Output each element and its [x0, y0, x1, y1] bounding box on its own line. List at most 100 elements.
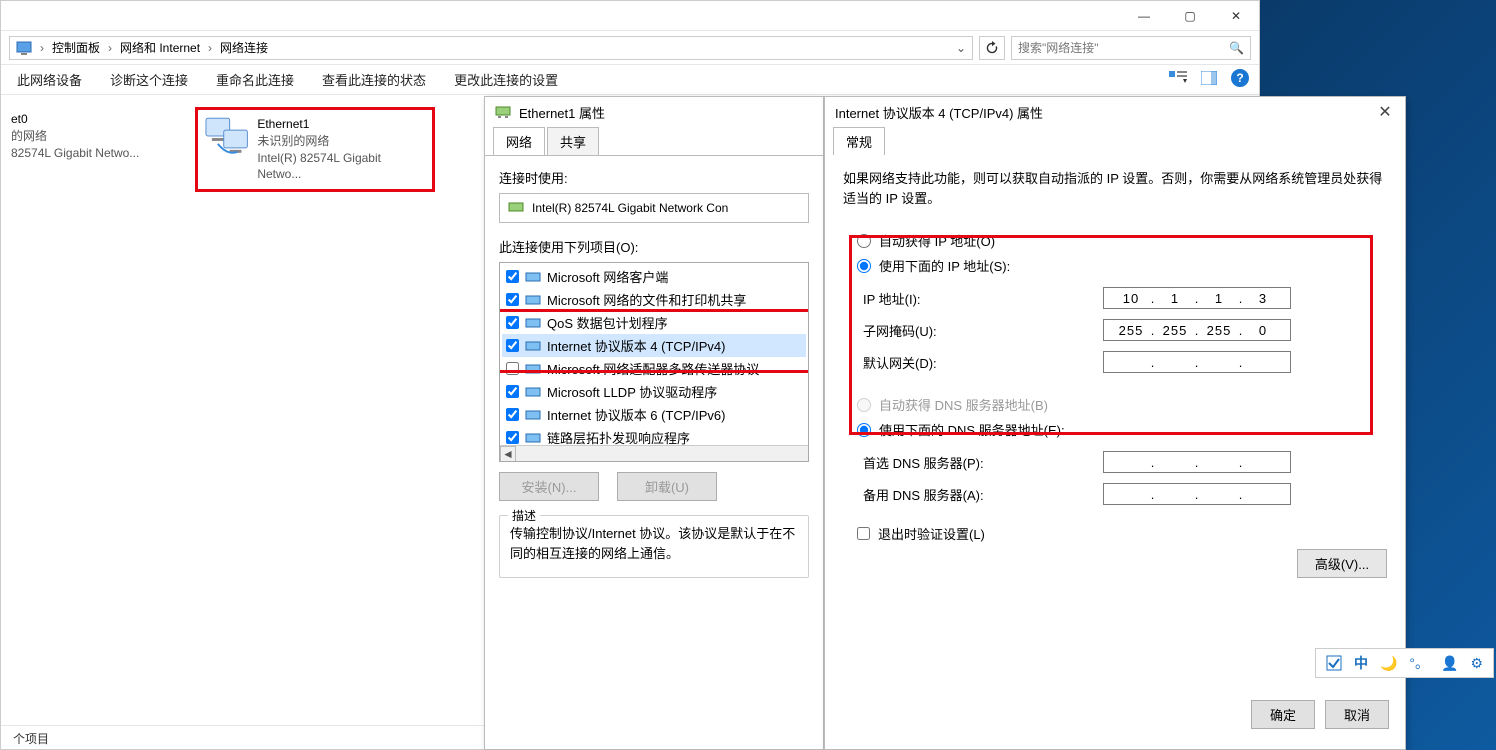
radio-auto-dns-input: [857, 398, 871, 412]
ime-moon-icon[interactable]: 🌙: [1380, 655, 1397, 672]
explorer-titlebar: — ▢ ✕: [1, 1, 1259, 31]
maximize-button[interactable]: ▢: [1167, 1, 1213, 31]
ok-button[interactable]: 确定: [1251, 700, 1315, 729]
adapter-status: 未识别的网络: [257, 133, 426, 150]
advanced-button[interactable]: 高级(V)...: [1297, 549, 1387, 578]
radio-manual-dns[interactable]: 使用下面的 DNS 服务器地址(E):: [857, 417, 1387, 442]
adapter-display-box: Intel(R) 82574L Gigabit Network Con: [499, 193, 809, 223]
tab-network[interactable]: 网络: [493, 127, 545, 155]
nic-small-icon: [508, 200, 524, 216]
component-item[interactable]: Internet 协议版本 6 (TCP/IPv6): [502, 403, 806, 426]
breadcrumb-bar[interactable]: › 控制面板 › 网络和 Internet › 网络连接 ⌄: [9, 36, 973, 60]
scroll-left-icon[interactable]: ◄: [500, 446, 516, 462]
component-label: Internet 协议版本 6 (TCP/IPv6): [547, 405, 725, 424]
radio-manual-ip-input[interactable]: [857, 259, 871, 273]
ime-settings-icon[interactable]: ⚙: [1470, 655, 1483, 672]
view-layout-icon[interactable]: [1169, 71, 1187, 85]
protocol-icon: [525, 361, 541, 377]
component-item[interactable]: Microsoft 网络客户端: [502, 265, 806, 288]
dialog-okcancel: 确定 取消: [1251, 700, 1389, 729]
adapter-device: Intel(R) 82574L Gigabit Netwo...: [257, 150, 426, 184]
radio-auto-ip[interactable]: 自动获得 IP 地址(O): [857, 228, 1387, 253]
breadcrumb-seg2[interactable]: 网络和 Internet: [120, 39, 200, 56]
control-panel-icon: [16, 40, 32, 56]
dialog-title: Ethernet1 属性: [519, 103, 605, 122]
ime-punct-icon[interactable]: °。: [1409, 653, 1429, 673]
component-checkbox[interactable]: [506, 293, 519, 306]
close-icon[interactable]: ✕: [1375, 102, 1395, 122]
dns2-input[interactable]: ...: [1103, 483, 1291, 505]
search-icon: 🔍: [1229, 41, 1244, 55]
breadcrumb-seg3[interactable]: 网络连接: [220, 39, 268, 56]
component-buttons: 安装(N)... 卸载(U): [499, 472, 809, 501]
toolbar-view-status[interactable]: 查看此连接的状态: [322, 70, 426, 89]
ime-check-icon[interactable]: [1326, 655, 1342, 671]
ipv4-titlebar[interactable]: Internet 协议版本 4 (TCP/IPv4) 属性 ✕: [825, 97, 1405, 127]
toolbar-organize[interactable]: 此网络设备: [17, 70, 82, 89]
component-item[interactable]: Microsoft LLDP 协议驱动程序: [502, 380, 806, 403]
component-checkbox[interactable]: [506, 316, 519, 329]
component-checkbox[interactable]: [506, 385, 519, 398]
install-button[interactable]: 安装(N)...: [499, 472, 599, 501]
refresh-button[interactable]: [979, 36, 1005, 60]
ipv4-title-text: Internet 协议版本 4 (TCP/IPv4) 属性: [835, 103, 1043, 122]
status-text: 个项目: [13, 732, 49, 746]
dns-fields-group: 首选 DNS 服务器(P): ... 备用 DNS 服务器(A): ...: [843, 446, 1387, 510]
gateway-input[interactable]: . . .: [1103, 351, 1291, 373]
tab-sharing[interactable]: 共享: [547, 127, 599, 155]
dialog-tabs: 网络 共享: [485, 127, 823, 155]
ime-lang-indicator[interactable]: 中: [1354, 653, 1368, 673]
components-listbox[interactable]: Microsoft 网络客户端Microsoft 网络的文件和打印机共享QoS …: [499, 262, 809, 462]
protocol-icon: [525, 269, 541, 285]
radio-manual-dns-input[interactable]: [857, 423, 871, 437]
breadcrumb-dropdown-icon[interactable]: ⌄: [956, 41, 966, 55]
ipv4-intro-text: 如果网络支持此功能，则可以获取自动指派的 IP 设置。否则，你需要从网络系统管理…: [843, 169, 1387, 208]
ipv4-tabs: 常规: [825, 127, 1405, 155]
close-button[interactable]: ✕: [1213, 1, 1259, 31]
ime-toolbar[interactable]: 中 🌙 °。 👤 ⚙: [1315, 648, 1494, 678]
minimize-button[interactable]: —: [1121, 1, 1167, 31]
component-checkbox[interactable]: [506, 362, 519, 375]
radio-auto-ip-input[interactable]: [857, 234, 871, 248]
ethernet-properties-dialog: Ethernet1 属性 网络 共享 连接时使用: Intel(R) 82574…: [484, 96, 824, 750]
dns1-input[interactable]: ...: [1103, 451, 1291, 473]
breadcrumb-seg1[interactable]: 控制面板: [52, 39, 100, 56]
ip-address-input[interactable]: 10. 1. 1. 3: [1103, 287, 1291, 309]
subnet-mask-input[interactable]: 255. 255. 255. 0: [1103, 319, 1291, 341]
component-checkbox[interactable]: [506, 270, 519, 283]
description-groupbox: 描述 传输控制协议/Internet 协议。该协议是默认于在不同的相互连接的网络…: [499, 515, 809, 578]
search-box[interactable]: 搜索"网络连接" 🔍: [1011, 36, 1251, 60]
component-checkbox[interactable]: [506, 339, 519, 352]
toolbar-diagnose[interactable]: 诊断这个连接: [110, 70, 188, 89]
component-item[interactable]: QoS 数据包计划程序: [502, 311, 806, 334]
refresh-icon: [985, 41, 999, 55]
protocol-icon: [525, 430, 541, 446]
adapter-status: 的网络: [11, 128, 139, 145]
items-label: 此连接使用下列项目(O):: [499, 237, 809, 256]
help-icon[interactable]: ?: [1231, 69, 1249, 87]
tab-general[interactable]: 常规: [833, 127, 885, 155]
radio-manual-ip[interactable]: 使用下面的 IP 地址(S):: [857, 253, 1387, 278]
address-bar-row: › 控制面板 › 网络和 Internet › 网络连接 ⌄ 搜索"网络连接" …: [1, 31, 1259, 65]
component-checkbox[interactable]: [506, 408, 519, 421]
validate-checkbox[interactable]: [857, 527, 870, 540]
adapter-item-ethernet0[interactable]: et0 的网络 82574L Gigabit Netwo...: [7, 107, 187, 165]
component-item[interactable]: Internet 协议版本 4 (TCP/IPv4): [502, 334, 806, 357]
gateway-label: 默认网关(D):: [863, 353, 1103, 372]
component-checkbox[interactable]: [506, 431, 519, 444]
connect-using-label: 连接时使用:: [499, 168, 809, 187]
component-item[interactable]: Microsoft 网络的文件和打印机共享: [502, 288, 806, 311]
horizontal-scrollbar[interactable]: ◄: [500, 445, 808, 461]
adapter-item-ethernet1[interactable]: Ethernet1 未识别的网络 Intel(R) 82574L Gigabit…: [195, 107, 435, 192]
toolbar-change-settings[interactable]: 更改此连接的设置: [454, 70, 558, 89]
dialog-titlebar[interactable]: Ethernet1 属性: [485, 97, 823, 127]
cancel-button[interactable]: 取消: [1325, 700, 1389, 729]
ime-person-icon[interactable]: 👤: [1441, 655, 1458, 672]
adapter-device: 82574L Gigabit Netwo...: [11, 145, 139, 162]
component-item[interactable]: Microsoft 网络适配器多路传送器协议: [502, 357, 806, 380]
uninstall-button[interactable]: 卸载(U): [617, 472, 717, 501]
toolbar-rename[interactable]: 重命名此连接: [216, 70, 294, 89]
preview-pane-icon[interactable]: [1201, 71, 1217, 85]
description-text: 传输控制协议/Internet 协议。该协议是默认于在不同的相互连接的网络上通信…: [510, 524, 798, 563]
validate-on-exit[interactable]: 退出时验证设置(L): [843, 524, 1387, 543]
